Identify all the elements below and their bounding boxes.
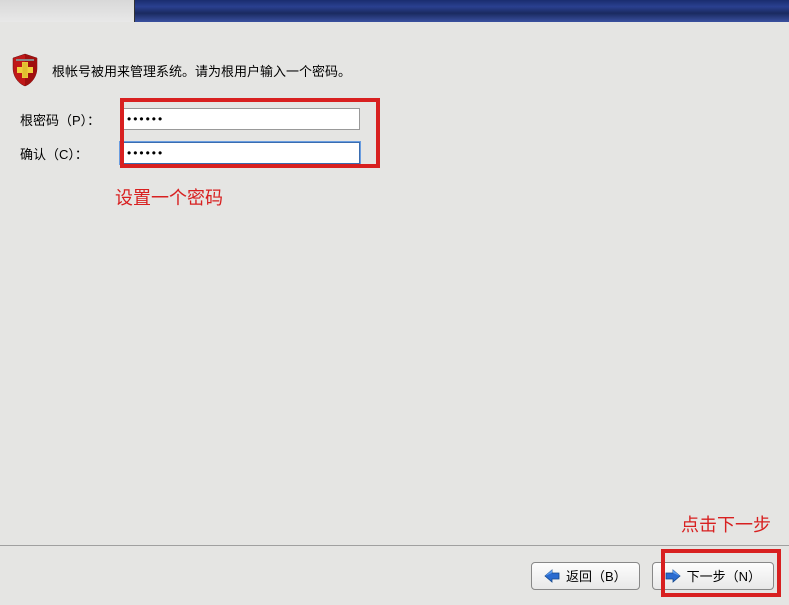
arrow-left-icon — [544, 569, 560, 583]
annotation-click-next: 点击下一步 — [681, 511, 771, 537]
annotation-set-password: 设置一个密码 — [115, 184, 779, 210]
window-header-bar — [0, 0, 789, 22]
root-password-input[interactable] — [120, 108, 360, 130]
arrow-right-icon — [665, 569, 681, 583]
header-tab — [0, 0, 135, 22]
back-button-label: 返回（B） — [566, 566, 627, 585]
next-button-label: 下一步（N） — [687, 566, 761, 585]
confirm-row: 确认（C）： — [20, 142, 779, 164]
bottom-nav-bar: 返回（B） 下一步（N） — [0, 545, 789, 605]
confirm-label: 确认（C）： — [20, 144, 120, 163]
back-button[interactable]: 返回（B） — [531, 562, 640, 590]
password-row: 根密码（P）： — [20, 108, 779, 130]
intro-section: 根帐号被用来管理系统。请为根用户输入一个密码。 — [10, 52, 779, 88]
shield-icon — [10, 52, 40, 88]
password-form: 根密码（P）： 确认（C）： 设置一个密码 — [20, 108, 779, 210]
intro-text: 根帐号被用来管理系统。请为根用户输入一个密码。 — [52, 61, 351, 80]
next-button[interactable]: 下一步（N） — [652, 562, 774, 590]
confirm-password-input[interactable] — [120, 142, 360, 164]
main-content: 根帐号被用来管理系统。请为根用户输入一个密码。 根密码（P）： 确认（C）： 设… — [0, 22, 789, 210]
password-label: 根密码（P）： — [20, 110, 120, 129]
